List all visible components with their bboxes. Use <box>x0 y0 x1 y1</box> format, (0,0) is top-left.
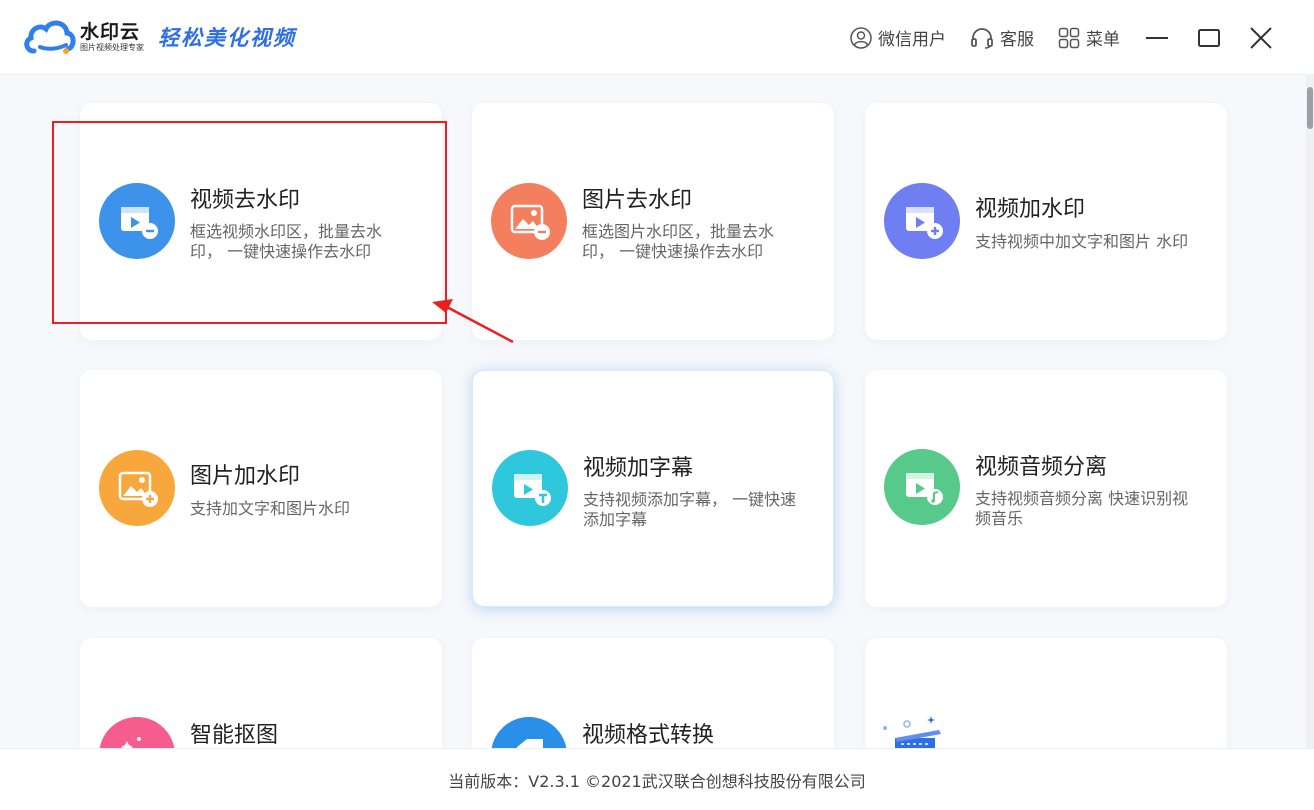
tool-title: 视频去水印 <box>190 188 301 213</box>
tool-description: 支持加文字和图片水印 <box>190 499 420 519</box>
tool-card-video-add-subtitle[interactable]: 视频加字幕 支持视频添加字幕， 一键快速 添加字幕 <box>472 370 834 607</box>
user-label: 微信用户 <box>878 30 946 50</box>
image-remove-icon <box>491 183 567 259</box>
title-bar: 水印云 图片视频处理专家 轻松美化视频 微信用户 客服 菜单 <box>0 0 1314 75</box>
headset-icon <box>971 27 993 49</box>
video-audio-split-icon <box>884 449 960 525</box>
tool-description: 框选图片水印区，批量去水 印， 一键快速操作去水印 <box>582 222 812 262</box>
tool-card-video-format-convert[interactable]: 视频格式转换 <box>472 638 834 748</box>
app-logo: 水印云 图片视频处理专家 轻松美化视频 <box>22 14 296 60</box>
app-name: 水印云 <box>80 21 141 43</box>
user-account-button[interactable]: 微信用户 <box>850 25 946 50</box>
minimize-icon <box>1146 36 1168 39</box>
grid-menu-icon <box>1058 27 1080 48</box>
tool-card-video-remove-watermark[interactable]: 视频去水印 框选视频水印区，批量去水 印， 一键快速操作去水印 <box>80 103 442 340</box>
tool-card-smart-cutout[interactable]: 智能抠图 <box>80 638 442 748</box>
smart-cutout-icon <box>99 717 175 748</box>
tool-description: 支持视频添加字幕， 一键快速 添加字幕 <box>583 490 813 530</box>
tool-title: 视频音频分离 <box>975 455 1108 480</box>
tool-card-image-add-watermark[interactable]: 图片加水印 支持加文字和图片水印 <box>80 370 442 607</box>
tool-description-line: 支持加文字和图片水印 <box>190 499 351 518</box>
tool-description-line: 添加字幕 <box>583 510 648 529</box>
tool-description-line: 频音乐 <box>975 509 1024 528</box>
close-button[interactable] <box>1248 25 1274 51</box>
tool-description-line: 框选视频水印区，批量去水 <box>190 222 383 241</box>
tool-title: 图片去水印 <box>582 188 693 213</box>
maximize-icon <box>1198 28 1220 47</box>
tool-description-line: 印， 一键快速操作去水印 <box>582 242 764 261</box>
tool-title: 视频格式转换 <box>582 723 715 748</box>
tool-description-line: 框选图片水印区，批量去水 <box>582 222 775 241</box>
tool-description-line: 支持视频添加字幕， 一键快速 <box>583 490 797 509</box>
tool-description: 支持视频音频分离 快速识别视 频音乐 <box>975 489 1205 529</box>
tool-description-line: 支持视频中加文字和图片 水印 <box>975 232 1189 251</box>
image-add-icon <box>99 450 175 526</box>
tool-description-line: 支持视频音频分离 快速识别视 <box>975 489 1189 508</box>
app-slogan: 轻松美化视频 <box>158 25 296 50</box>
coming-soon-illustration-icon <box>883 716 941 748</box>
app-subtitle: 图片视频处理专家 <box>80 43 144 52</box>
tool-title: 智能抠图 <box>190 723 279 748</box>
video-subtitle-icon <box>492 450 568 526</box>
video-remove-icon <box>99 183 175 259</box>
close-icon <box>1250 26 1272 49</box>
tool-card-video-add-watermark[interactable]: 视频加水印 支持视频中加文字和图片 水印 <box>865 103 1227 340</box>
tool-description: 框选视频水印区，批量去水 印， 一键快速操作去水印 <box>190 222 420 262</box>
minimize-button[interactable] <box>1144 25 1170 51</box>
video-convert-icon <box>491 717 567 748</box>
tool-title: 视频加字幕 <box>583 456 694 481</box>
scrollbar-thumb[interactable] <box>1307 87 1313 129</box>
footer: 当前版本：V2.3.1 ©2021武汉联合创想科技股份有限公司 <box>0 748 1314 810</box>
customer-service-button[interactable]: 客服 <box>970 25 1034 50</box>
menu-label: 菜单 <box>1086 30 1120 50</box>
service-label: 客服 <box>1000 30 1034 50</box>
tool-title: 视频加水印 <box>975 197 1086 222</box>
video-add-icon <box>884 183 960 259</box>
tool-title: 图片加水印 <box>190 464 301 489</box>
tool-card-image-remove-watermark[interactable]: 图片去水印 框选图片水印区，批量去水 印， 一键快速操作去水印 <box>472 103 834 340</box>
tool-card-more[interactable] <box>865 638 1227 748</box>
tool-card-video-audio-split[interactable]: 视频音频分离 支持视频音频分离 快速识别视 频音乐 <box>865 370 1227 607</box>
tool-description: 支持视频中加文字和图片 水印 <box>975 232 1205 252</box>
maximize-button[interactable] <box>1196 25 1222 51</box>
scrollbar[interactable] <box>1306 75 1314 748</box>
tool-description-line: 印， 一键快速操作去水印 <box>190 242 372 261</box>
cloud-logo-icon <box>22 17 76 57</box>
user-icon <box>850 26 872 49</box>
menu-button[interactable]: 菜单 <box>1058 25 1120 50</box>
version-copyright: 当前版本：V2.3.1 ©2021武汉联合创想科技股份有限公司 <box>448 771 866 791</box>
